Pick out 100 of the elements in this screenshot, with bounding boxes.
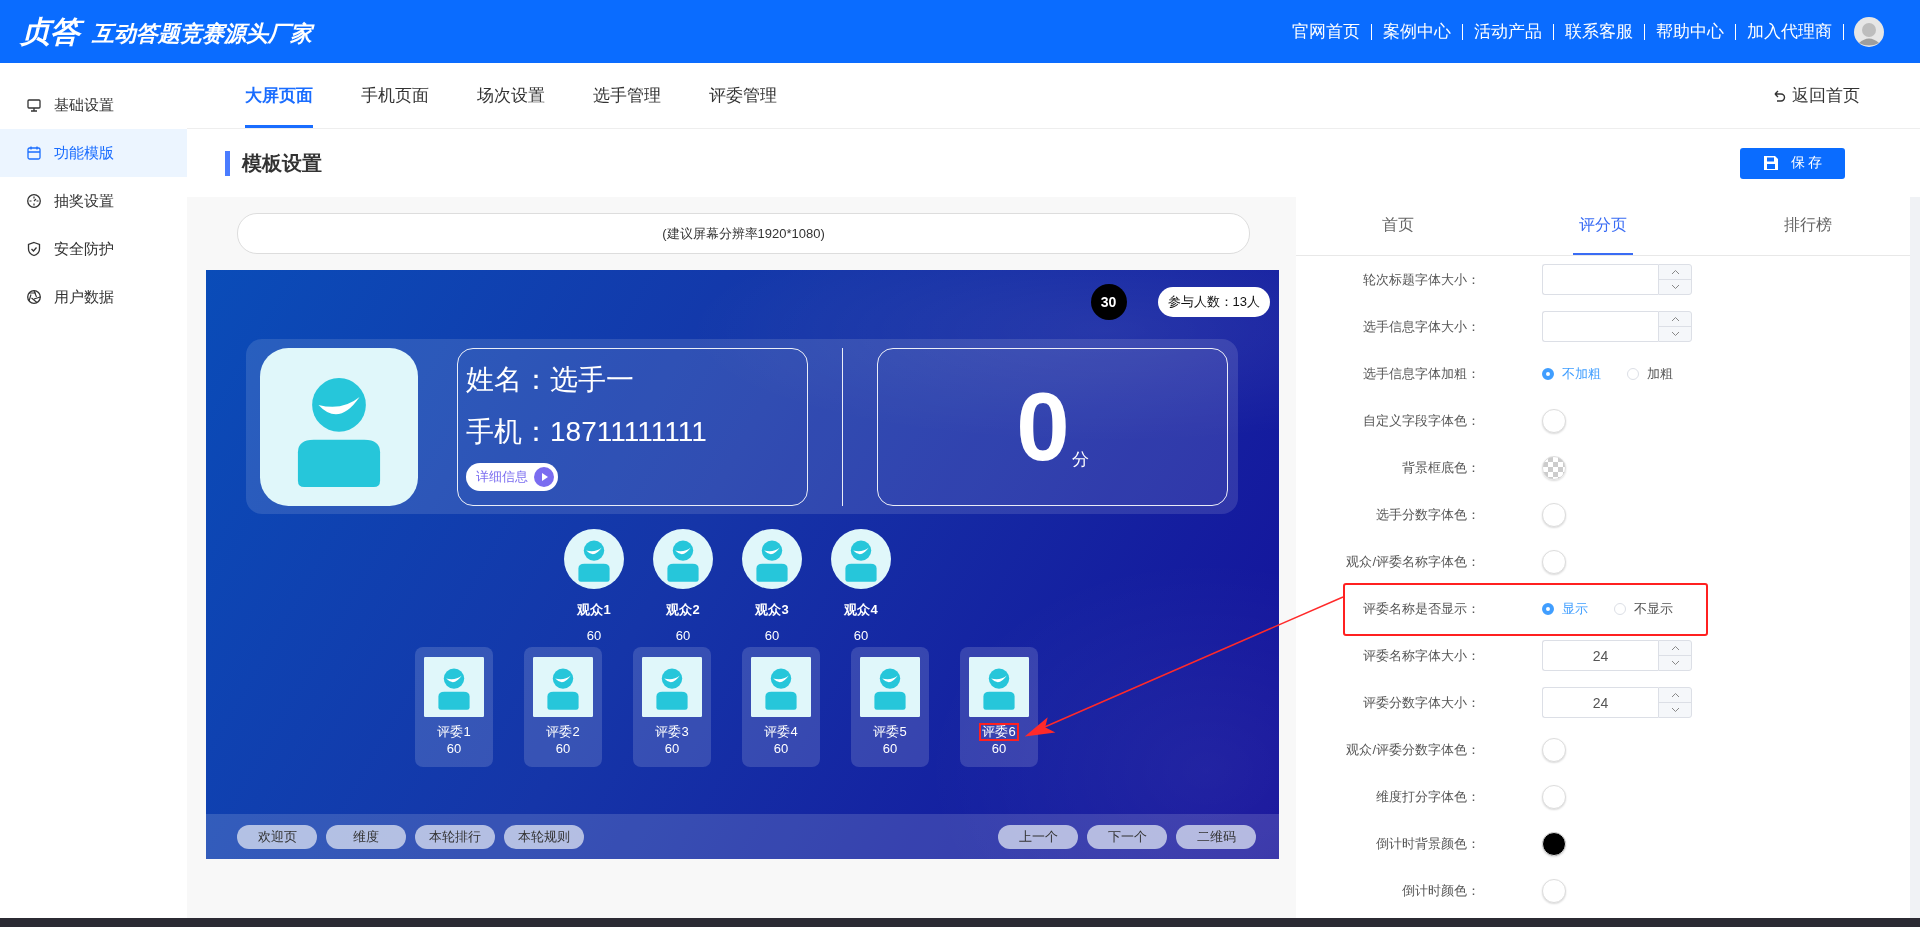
color-swatch[interactable] xyxy=(1542,831,1566,856)
color-swatch[interactable] xyxy=(1542,737,1566,762)
screen-button[interactable]: 下一个 xyxy=(1087,824,1167,849)
number-field[interactable] xyxy=(1542,311,1658,342)
judge-name: 评委2 xyxy=(545,723,581,741)
monitor-icon xyxy=(26,97,42,113)
sidebar-item[interactable]: 用户数据 xyxy=(0,273,187,321)
avatar-icon xyxy=(653,529,713,589)
audience-score: 60 xyxy=(675,628,691,643)
undo-icon xyxy=(1772,88,1786,103)
back-link[interactable]: 返回首页 xyxy=(1772,63,1860,128)
participant-count: 参与人数：13人 xyxy=(1157,287,1270,317)
screen-button[interactable]: 上一个 xyxy=(998,824,1078,849)
sidebar-item[interactable]: 功能模版 xyxy=(0,129,187,177)
page-tab[interactable]: 手机页面 xyxy=(361,63,429,128)
avatar-icon xyxy=(533,657,593,717)
radio-option[interactable]: 不显示 xyxy=(1614,599,1673,618)
setting-label: 背景框底色： xyxy=(1401,458,1480,477)
setting-label: 观众/评委分数字体色： xyxy=(1345,740,1480,759)
score-unit: 分 xyxy=(1071,448,1089,471)
settings-tab[interactable]: 首页 xyxy=(1376,197,1421,255)
avatar-icon xyxy=(424,657,484,717)
nav-link[interactable]: 加入代理商 xyxy=(1736,23,1844,40)
judge-name: 评委1 xyxy=(436,723,472,741)
logo-mark: 贞答 xyxy=(20,11,86,52)
setting-label: 观众/评委名称字体色： xyxy=(1345,552,1480,571)
avatar-icon xyxy=(860,657,920,717)
setting-label: 自定义字段字体色： xyxy=(1362,411,1480,430)
avatar-icon xyxy=(831,529,891,589)
color-swatch[interactable] xyxy=(1542,549,1566,574)
screen-button[interactable]: 本轮排行 xyxy=(415,824,495,849)
contestant-phone: 手机：18711111111 xyxy=(466,414,707,449)
color-swatch[interactable] xyxy=(1542,784,1566,809)
section-title: 模板设置 xyxy=(242,150,322,176)
save-button[interactable]: 保 存 xyxy=(1740,147,1845,179)
judge-score: 60 xyxy=(991,741,1007,756)
color-swatch[interactable] xyxy=(1542,502,1566,527)
stepper[interactable] xyxy=(1658,264,1692,295)
settings-tab[interactable]: 排行榜 xyxy=(1777,197,1838,255)
aperture-icon xyxy=(26,289,42,305)
judge-score: 60 xyxy=(773,741,789,756)
audience-name: 观众1 xyxy=(577,601,611,619)
settings-tab[interactable]: 评分页 xyxy=(1573,197,1633,255)
judge-score: 60 xyxy=(555,741,571,756)
setting-label: 评委分数字体大小： xyxy=(1362,693,1480,712)
dial-icon xyxy=(26,193,42,209)
setting-label: 倒计时颜色： xyxy=(1401,881,1480,900)
stepper[interactable] xyxy=(1658,311,1692,342)
color-swatch[interactable] xyxy=(1542,408,1566,433)
sidebar-item[interactable]: 抽奖设置 xyxy=(0,177,187,225)
setting-label: 选手分数字体色： xyxy=(1375,505,1480,524)
judge-name: 评委4 xyxy=(763,723,799,741)
setting-label: 轮次标题字体大小： xyxy=(1362,270,1480,289)
title-accent xyxy=(225,150,230,176)
audience-name: 观众2 xyxy=(666,601,700,619)
setting-label: 评委名称是否显示： xyxy=(1362,599,1480,618)
screen-button[interactable]: 二维码 xyxy=(1176,824,1256,849)
number-field[interactable] xyxy=(1542,264,1658,295)
number-field[interactable]: 24 xyxy=(1542,687,1658,718)
screen-button[interactable]: 维度 xyxy=(326,824,406,849)
score-value: 0 xyxy=(1016,378,1070,475)
judge-name: 评委5 xyxy=(872,723,908,741)
avatar-icon xyxy=(642,657,702,717)
nav-link[interactable]: 案例中心 xyxy=(1372,23,1463,40)
number-field[interactable]: 24 xyxy=(1542,640,1658,671)
stepper[interactable] xyxy=(1658,640,1692,671)
nav-link[interactable]: 联系客服 xyxy=(1554,23,1645,40)
resolution-hint: (建议屏幕分辨率1920*1080) xyxy=(237,213,1250,254)
avatar-icon xyxy=(742,529,802,589)
sidebar-item[interactable]: 基础设置 xyxy=(0,81,187,129)
shield-icon xyxy=(26,241,42,257)
audience-name: 观众3 xyxy=(755,601,789,619)
screen-button[interactable]: 本轮规则 xyxy=(504,824,584,849)
avatar-icon xyxy=(564,529,624,589)
nav-link[interactable]: 活动产品 xyxy=(1463,23,1554,40)
stepper[interactable] xyxy=(1658,687,1692,718)
page-tab[interactable]: 场次设置 xyxy=(477,63,545,128)
setting-label: 维度打分字体色： xyxy=(1375,787,1480,806)
radio-option[interactable]: 加粗 xyxy=(1627,364,1673,383)
detail-button[interactable]: 详细信息 xyxy=(466,462,558,491)
setting-label: 评委名称字体大小： xyxy=(1362,646,1480,665)
judge-score: 60 xyxy=(664,741,680,756)
audience-score: 60 xyxy=(764,628,780,643)
contestant-name: 姓名：选手一 xyxy=(466,362,634,397)
nav-link[interactable]: 帮助中心 xyxy=(1645,23,1736,40)
page-tab[interactable]: 评委管理 xyxy=(709,63,777,128)
avatar-icon[interactable] xyxy=(1854,16,1884,47)
screen-button[interactable]: 欢迎页 xyxy=(237,824,317,849)
judge-name: 评委3 xyxy=(654,723,690,741)
sidebar-item[interactable]: 安全防护 xyxy=(0,225,187,273)
avatar-icon xyxy=(751,657,811,717)
setting-label: 选手信息字体加粗： xyxy=(1362,364,1480,383)
page-tab[interactable]: 选手管理 xyxy=(593,63,661,128)
setting-label: 选手信息字体大小： xyxy=(1362,317,1480,336)
transparent-swatch[interactable] xyxy=(1542,455,1566,480)
audience-score: 60 xyxy=(586,628,602,643)
judge-score: 60 xyxy=(882,741,898,756)
audience-score: 60 xyxy=(853,628,869,643)
color-swatch[interactable] xyxy=(1542,878,1566,903)
nav-link[interactable]: 官网首页 xyxy=(1281,23,1372,40)
